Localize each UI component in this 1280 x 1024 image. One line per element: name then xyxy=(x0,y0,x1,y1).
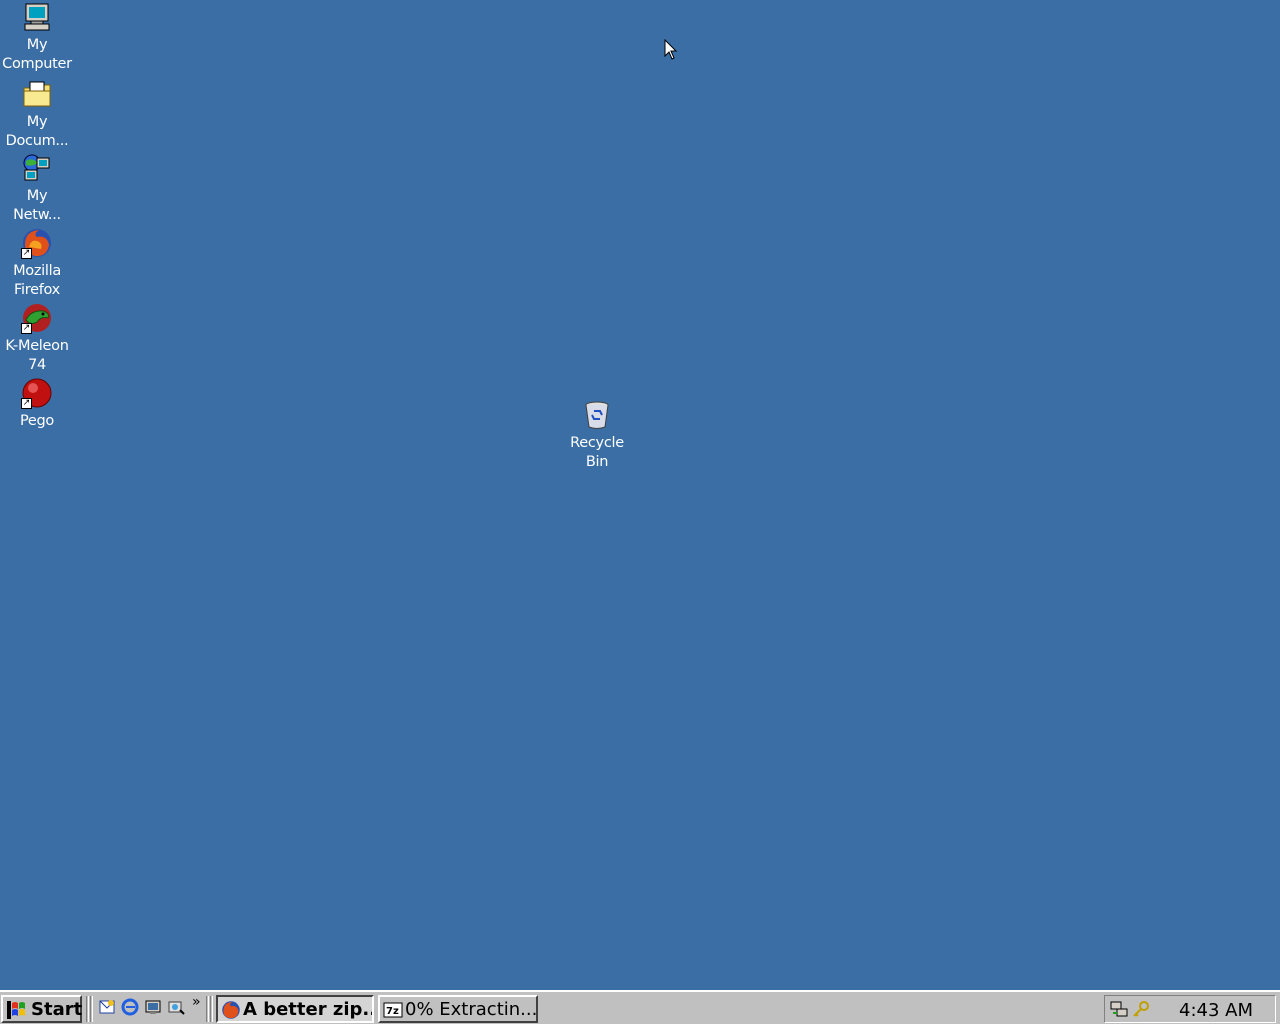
shortcut-arrow-icon: ↗ xyxy=(21,398,32,409)
pego-icon: ↗ xyxy=(21,377,53,409)
desktop-icon-label: Recycle Bin xyxy=(570,435,624,470)
shortcut-arrow-icon: ↗ xyxy=(21,323,32,334)
taskbar-separator xyxy=(90,996,93,1022)
media-icon[interactable] xyxy=(167,998,185,1016)
internet-explorer-icon[interactable] xyxy=(121,998,139,1016)
desktop-icon-k-meleon[interactable]: ↗ K-Meleon 74 xyxy=(0,302,74,375)
system-tray: 4:43 AM xyxy=(1104,995,1276,1023)
network-icon[interactable] xyxy=(1109,999,1129,1019)
desktop-icon-label: Mozilla Firefox xyxy=(13,263,61,298)
windows-logo-icon xyxy=(7,1001,25,1019)
mouse-cursor-icon xyxy=(664,39,678,60)
desktop: My Computer My Docum... My Netw... ↗ Moz… xyxy=(0,0,1280,990)
task-button-firefox[interactable]: A better zip... xyxy=(216,995,374,1023)
k-meleon-icon: ↗ xyxy=(21,302,53,334)
show-desktop-icon[interactable] xyxy=(144,998,162,1016)
desktop-icon-label: My Docum... xyxy=(5,114,69,149)
taskbar-separator xyxy=(86,996,89,1022)
desktop-icon-firefox[interactable]: ↗ Mozilla Firefox xyxy=(0,227,74,300)
taskbar-separator xyxy=(210,996,213,1022)
desktop-icon-label: K-Meleon 74 xyxy=(5,338,69,373)
key-icon[interactable] xyxy=(1131,999,1151,1019)
quick-launch-chevron[interactable]: » xyxy=(192,994,201,1010)
svg-text:7z: 7z xyxy=(386,1006,399,1017)
firefox-icon: ↗ xyxy=(21,227,53,259)
my-computer-icon xyxy=(21,1,53,33)
desktop-icon-my-documents[interactable]: My Docum... xyxy=(0,78,74,151)
desktop-icon-my-computer[interactable]: My Computer xyxy=(0,1,74,74)
desktop-icon-recycle-bin[interactable]: Recycle Bin xyxy=(560,399,634,472)
my-documents-icon xyxy=(21,78,53,110)
firefox-icon xyxy=(222,1001,240,1019)
task-button-7zip[interactable]: 7z 0% Extractin... xyxy=(378,995,538,1023)
desktop-icon-label: My Computer xyxy=(2,37,72,72)
desktop-icon-my-network[interactable]: My Netw... xyxy=(0,152,74,225)
desktop-icon-pego[interactable]: ↗ Pego xyxy=(0,377,74,431)
7zip-icon: 7z xyxy=(383,1002,403,1018)
desktop-icon-label: My Netw... xyxy=(13,188,61,223)
start-label: Start xyxy=(31,999,83,1020)
my-network-icon xyxy=(21,152,53,184)
task-button-label: A better zip... xyxy=(243,999,374,1020)
taskbar-separator xyxy=(206,996,209,1022)
shortcut-arrow-icon: ↗ xyxy=(21,248,32,259)
clock[interactable]: 4:43 AM xyxy=(1179,1000,1253,1021)
outlook-express-icon[interactable] xyxy=(98,998,116,1016)
task-button-label: 0% Extractin... xyxy=(405,999,538,1020)
start-button[interactable]: Start xyxy=(1,995,82,1023)
recycle-bin-icon xyxy=(581,399,613,431)
taskbar: Start » A better zip... 7z 0% Extractin.… xyxy=(0,990,1280,1024)
desktop-icon-label: Pego xyxy=(19,413,55,429)
